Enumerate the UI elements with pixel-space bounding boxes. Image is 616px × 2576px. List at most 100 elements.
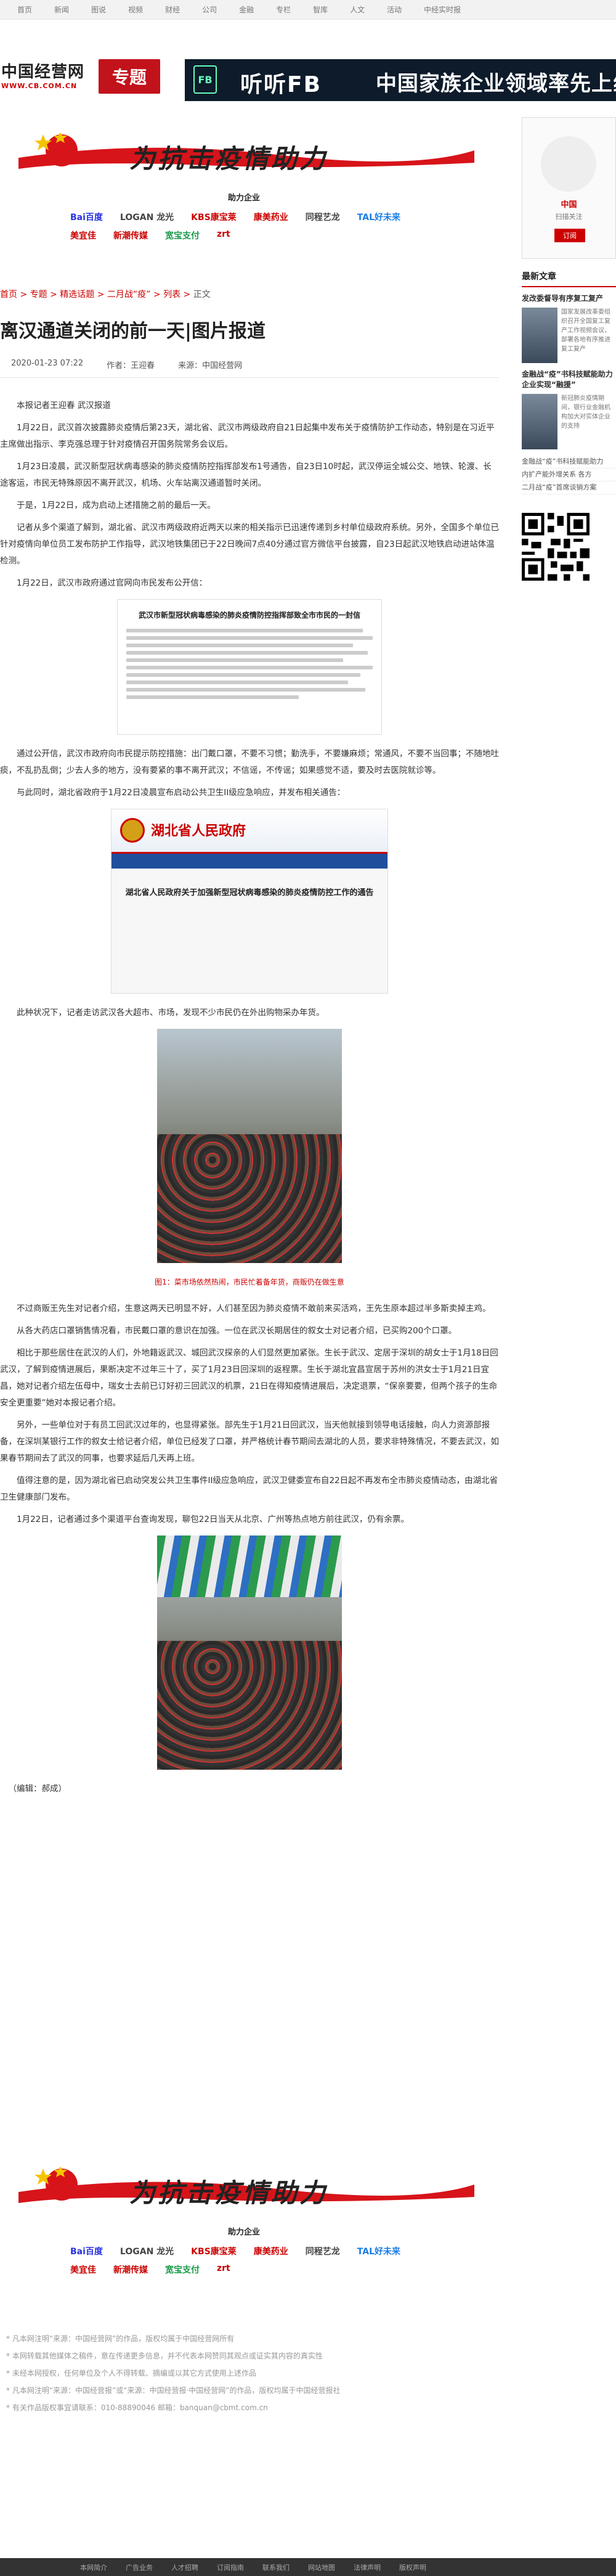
awning [157,1535,342,1597]
footer-link[interactable]: 联系我们 [262,2562,290,2572]
nav-finance[interactable]: 财经 [165,4,180,15]
doc-line [126,681,348,684]
disclaimer: * 凡本网注明“来源：中国经营网”的作品，版权均属于中国经营网所有 * 本网转载… [6,2330,499,2416]
nav-news[interactable]: 新闻 [54,4,69,15]
crumb-february[interactable]: 二月战“疫” [107,290,151,300]
side-item-title[interactable]: 金融战“疫”书科技赋能助力企业实现“融援” [522,369,616,390]
sponsor-xinchao[interactable]: 新潮传媒 [111,2262,150,2277]
banner-subtitle: 中国家族企业领域率先上线 [376,72,616,96]
footer-link[interactable]: 版权声明 [399,2562,426,2572]
footer-link[interactable]: 广告业务 [126,2562,153,2572]
thumbnail [522,394,557,449]
editor-note: （编辑：郝成） [8,1784,67,1794]
nav-video[interactable]: 视频 [128,4,143,15]
sponsor-zrt[interactable]: zrt [214,2262,233,2277]
side-item-text: 国家发展改革委组织召开全国复工复产工作视频会议，部署各地有序推进复工复产 [561,309,610,353]
sponsor-kangmei[interactable]: 康美药业 [251,210,291,224]
side-item[interactable]: 新冠肺炎疫情期间，银行业金融机构加大对实体企业的支持 [522,394,616,449]
site-logo[interactable]: 中国经营网 WWW.CB.COM.CN [1,59,100,90]
nav-think[interactable]: 智库 [313,4,328,15]
banner-title: 听听FB [240,72,322,97]
paragraph: 另外，一些单位对于有员工回武汉过年的，也显得紧张。部先生于1月21日回武汉，当天… [0,1420,499,1463]
nav-pics[interactable]: 图说 [91,4,106,15]
gov-header: 湖北省人民政府 [111,809,387,854]
site-header: 中国经营网 WWW.CB.COM.CN 专题 FB 听听FB 中国家族企业领域率… [0,20,616,101]
sponsor-tal[interactable]: TAL好未来 [355,2244,403,2259]
crumb-topics[interactable]: 精选话题 [60,290,94,300]
doc-line [126,673,360,677]
footer-link[interactable]: 订阅指南 [217,2562,244,2572]
sponsor-list: Bai百度 LOGAN 龙光 KBS康宝莱 康美药业 同程艺龙 TAL好未来 美… [68,2244,425,2277]
footer-link[interactable]: 法律声明 [354,2562,381,2572]
sponsor-tongcheng[interactable]: 同程艺龙 [303,210,342,224]
footer-link[interactable]: 人才招聘 [171,2562,198,2572]
footer-link[interactable]: 本网简介 [80,2562,107,2572]
sponsor-logan[interactable]: LOGAN 龙光 [118,2244,176,2259]
nav-home[interactable]: 首页 [17,4,32,15]
sponsor-tongcheng[interactable]: 同程艺龙 [303,2244,342,2259]
sponsor-tal[interactable]: TAL好未来 [355,210,403,224]
sponsor-list: Bai百度 LOGAN 龙光 KBS康宝莱 康美药业 同程艺龙 TAL好未来 美… [68,210,425,243]
logo-circle-icon [541,136,596,192]
subscribe-button[interactable]: 订阅 [554,229,585,242]
top-nav: 首页 新闻 图说 视频 财经 公司 金融 专栏 智库 人文 活动 中经实时报 [0,0,616,20]
side-link[interactable]: 内扩产能外增关系 各方 [522,468,616,481]
fb-icon: FB [193,65,217,94]
paragraph: 从各大药店口罩销售情况看，市民戴口罩的意识在加强。一位在武汉长期居住的叙女士对记… [17,1326,457,1336]
side-item[interactable]: 国家发展改革委组织召开全国复工复产工作视频会议，部署各地有序推进复工复产 [522,308,616,363]
nav-event[interactable]: 活动 [387,4,402,15]
nav-realtime[interactable]: 中经实时报 [424,4,461,15]
sidebar: 中国 扫描关注 订阅 最新文章 发改委督导有序复工复产 国家发展改革委组织召开全… [522,117,616,583]
sponsor-zrt[interactable]: zrt [214,228,233,243]
sponsor-meiyijia[interactable]: 美宜佳 [68,2262,99,2277]
sponsor-baidu[interactable]: Bai百度 [68,2244,105,2259]
doc-line [126,636,373,640]
nav-culture[interactable]: 人文 [350,4,365,15]
promo-bottom: 为抗击疫情助力 助力企业 Bai百度 LOGAN 龙光 KBS康宝莱 康美药业 … [0,2145,511,2305]
disclaimer-line: * 有关作品版权事宜请联系：010-88890046 邮箱：banquan@cb… [6,2403,268,2412]
doc-line [126,644,353,647]
paragraph: 相比于那些居住在武汉的人们，外地籍返武汉、城回武汉探亲的人们显然更加紧张。生长于… [0,1348,498,1408]
crumb-list[interactable]: 列表 [163,290,180,300]
sponsor-xinchao[interactable]: 新潮传媒 [111,228,150,243]
nav-company[interactable]: 公司 [202,4,217,15]
national-emblem-icon [120,818,145,843]
sponsor-kuanbao[interactable]: 宽宝支付 [163,228,202,243]
crumb-zhuanti[interactable]: 专题 [30,290,47,300]
sponsor-kangmei[interactable]: 康美药业 [251,2244,291,2259]
footer-link[interactable]: 网站地图 [308,2562,335,2572]
sponsor-baidu[interactable]: Bai百度 [68,210,105,224]
latest-title: 最新文章 [522,270,616,287]
doc-title: 武汉市新型冠状病毒感染的肺炎疫情防控指挥部致全市市民的一封信 [138,611,360,619]
side-link[interactable]: 金融战“疫”书科技赋能助力 [522,456,616,468]
paragraph: 此种状况下，记者走访武汉各大超市、市场，发现不少市民仍在外出购物采办年货。 [17,1008,325,1018]
sponsor-meiyijia[interactable]: 美宜佳 [68,228,99,243]
sponsor-kbs[interactable]: KBS康宝莱 [188,210,239,224]
logo-name: 中国经营网 [1,63,85,81]
side-item-title[interactable]: 发改委督导有序复工复产 [522,293,616,304]
ad-banner[interactable]: FB 听听FB 中国家族企业领域率先上线 [185,59,616,101]
crumb-sep: > [47,290,60,300]
doc-line [126,695,299,699]
zhuanti-badge[interactable]: 专题 [99,59,160,94]
paragraph: 与此同时，湖北省政府于1月22日凌晨宣布启动公共卫生II级应急响应，并发布相关通… [17,788,346,798]
sponsor-kuanbao[interactable]: 宽宝支付 [163,2262,202,2277]
paragraph: 1月22日，记者通过多个渠道平台查询发现，聊包22日当天从北京、广州等热点地方前… [17,1515,409,1524]
article-author: 作者：王迎春 [107,361,155,370]
disclaimer-line: * 本网转载其他媒体之稿件，意在传递更多信息，并不代表本网赞同其观点或证实其内容… [6,2352,323,2360]
ad-title: 中国 [561,200,577,210]
paragraph: 本报记者王迎春 武汉报道 [17,401,111,411]
nav-column[interactable]: 专栏 [276,4,291,15]
crumb-home[interactable]: 首页 [0,290,17,300]
doc-line [126,666,373,669]
sponsor-logan[interactable]: LOGAN 龙光 [118,210,176,224]
divider [0,377,499,378]
paragraph: 通过公开信，武汉市政府向市民提示防控措施：出门戴口罩，不要不习惯；勤洗手，不要嫌… [0,749,499,775]
nav-money[interactable]: 金融 [239,4,254,15]
gov-nav [111,854,387,869]
sidebar-ad[interactable]: 中国 扫描关注 订阅 [522,117,616,259]
side-link[interactable]: 二月战“疫”首席谈销方案 [522,481,616,494]
sponsor-kbs[interactable]: KBS康宝莱 [188,2244,239,2259]
gov-name: 湖北省人民政府 [151,824,246,839]
crumb-sep: > [180,290,193,300]
